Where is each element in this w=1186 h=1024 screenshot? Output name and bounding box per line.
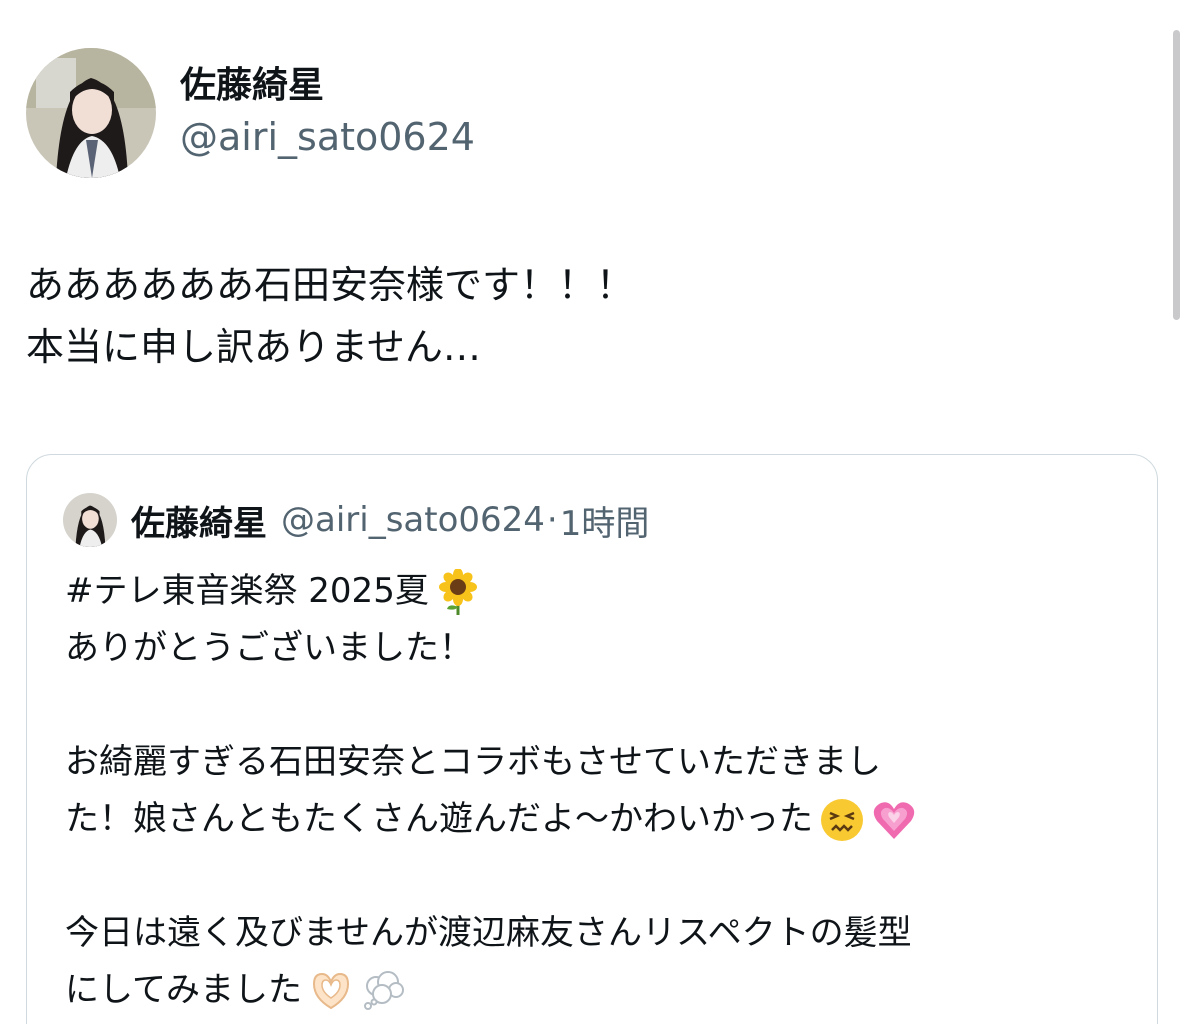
quoted-timestamp[interactable]: 1時間 — [560, 496, 650, 545]
quoted-text-line: た！娘さんともたくさん遊んだよ〜かわいかった — [65, 791, 1135, 848]
quoted-text-span: お綺麗すぎる石田安奈とコラボもさせていただきまし — [65, 742, 881, 782]
quoted-text-span: 今日は遠く及びませんが渡辺麻友さんリスペクトの髪型 — [65, 913, 912, 953]
quoted-tweet-card[interactable]: 佐藤綺星 @airi_sato0624 · 1時間 #テレ東音楽祭 2025夏 — [26, 454, 1158, 1024]
quoted-tweet-text: #テレ東音楽祭 2025夏 ありがとうございました！ お綺麗すぎる石田安奈とコラ… — [65, 563, 1135, 1019]
thought-balloon-emoji — [360, 968, 406, 1014]
quoted-text-span: にしてみました — [65, 970, 302, 1010]
quoted-tweet-header: 佐藤綺星 @airi_sato0624 · 1時間 — [63, 493, 649, 547]
quoted-text-line: #テレ東音楽祭 2025夏 — [65, 563, 1135, 620]
heart-hands-emoji — [308, 968, 354, 1014]
quoted-text-span: ありがとうございました！ — [65, 628, 473, 668]
tweet-text-line: ああああああ石田安奈様です！！！ — [26, 263, 635, 307]
user-handle[interactable]: @airi_sato0624 — [180, 112, 475, 162]
quoted-display-name[interactable]: 佐藤綺星 — [131, 496, 267, 545]
quoted-text-line: お綺麗すぎる石田安奈とコラボもさせていただきまし — [65, 734, 1135, 791]
hashtag-text[interactable]: #テレ東音楽祭 2025夏 — [65, 563, 429, 620]
tweet-text-line: 本当に申し訳ありません… — [26, 325, 481, 369]
confounded-face-emoji — [819, 797, 865, 843]
separator-dot: · — [546, 500, 558, 540]
growing-heart-emoji — [871, 797, 917, 843]
scrollbar[interactable] — [1173, 30, 1180, 320]
tweet-page: 佐藤綺星 @airi_sato0624 ああああああ石田安奈様です！！！ 本当に… — [0, 0, 1186, 1024]
display-name[interactable]: 佐藤綺星 — [180, 64, 475, 108]
quoted-text-line: 今日は遠く及びませんが渡辺麻友さんリスペクトの髪型 — [65, 905, 1135, 962]
sunflower-emoji — [435, 568, 481, 615]
quoted-text-span: た！娘さんともたくさん遊んだよ〜かわいかった — [65, 799, 813, 839]
quoted-avatar[interactable] — [63, 493, 117, 547]
quoted-text-line: にしてみました — [65, 962, 1135, 1019]
quoted-user-handle[interactable]: @airi_sato0624 — [281, 500, 545, 540]
avatar[interactable] — [26, 48, 156, 178]
tweet-text: ああああああ石田安奈様です！！！ 本当に申し訳ありません… — [26, 254, 1146, 378]
tweet-header: 佐藤綺星 @airi_sato0624 — [26, 48, 475, 178]
quoted-text-line: ありがとうございました！ — [65, 620, 1135, 677]
